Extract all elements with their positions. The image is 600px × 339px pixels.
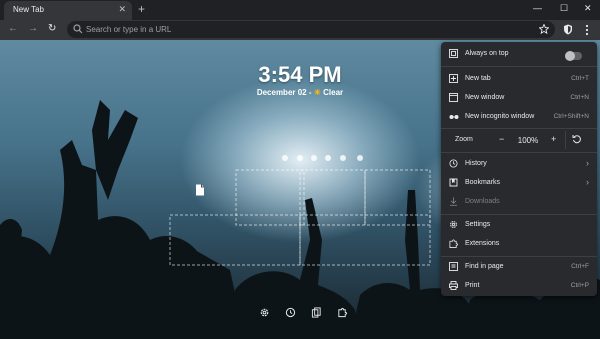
toolbar: ← → ↻ Search or type in a URL (0, 20, 600, 40)
puzzle-icon[interactable] (337, 307, 348, 318)
menu-label: New incognito window (465, 113, 535, 120)
menu-shortcut: Ctrl+T (571, 75, 589, 82)
menu-shortcut: Ctrl+F (571, 263, 589, 270)
menu-item-new-incognito[interactable]: New incognito window Ctrl+Shift+N (441, 108, 597, 126)
printer-icon (449, 281, 458, 290)
menu-label: Find in page (465, 263, 504, 270)
menu-item-new-window[interactable]: New window Ctrl+N (441, 89, 597, 107)
gear-icon (450, 221, 457, 228)
zoom-in-button[interactable]: + (551, 134, 556, 144)
menu-shortcut: Ctrl+N (570, 94, 589, 101)
zoom-label: Zoom (455, 136, 473, 143)
omnibox-placeholder: Search or type in a URL (86, 25, 172, 34)
clock-time: 3:54 PM (258, 62, 342, 87)
document-icon[interactable] (195, 184, 205, 196)
window-icon (449, 49, 458, 58)
shield-icon[interactable] (563, 24, 573, 35)
omnibox[interactable]: Search or type in a URL (67, 21, 555, 38)
menu-item-new-tab[interactable]: New tab Ctrl+T (441, 70, 597, 88)
divider (441, 152, 597, 153)
zoom-out-button[interactable]: − (499, 134, 504, 144)
new-tab-icon (449, 74, 458, 83)
menu-item-bookmarks[interactable]: Bookmarks › (441, 174, 597, 192)
menu-label: New window (465, 94, 505, 101)
menu-label: Settings (465, 221, 491, 228)
close-window-icon[interactable]: ✕ (584, 3, 592, 14)
minimize-icon[interactable]: — (533, 3, 542, 13)
divider (441, 214, 597, 215)
chevron-right-icon: › (586, 177, 589, 187)
reset-zoom-icon[interactable] (572, 134, 582, 144)
menu-label: Downloads (465, 198, 500, 205)
menu-label: Print (465, 282, 480, 289)
chevron-right-icon: › (586, 158, 589, 168)
browser-menu: Always on top New tab Ctrl+T New window … (441, 42, 597, 296)
toggle-knob (565, 51, 575, 61)
incognito-icon (449, 115, 459, 119)
menu-shortcut: Ctrl+P (570, 282, 589, 289)
menu-item-settings[interactable]: Settings (441, 216, 597, 234)
forward-icon[interactable]: → (28, 23, 38, 34)
zoom-value: 100% (517, 136, 539, 145)
zoom-row: Zoom − 100% + (441, 129, 597, 151)
menu-label: Bookmarks (465, 179, 501, 186)
menu-item-find-in-page[interactable]: Find in page Ctrl+F (441, 258, 597, 276)
menu-item-always-on-top[interactable]: Always on top (441, 45, 597, 63)
tab-new-tab[interactable]: New Tab ✕ (4, 1, 132, 20)
menu-item-history[interactable]: History › (441, 155, 597, 173)
menu-label: New tab (465, 75, 491, 82)
weather-text: Clear (323, 88, 344, 97)
date-text: December 02 - (256, 88, 312, 97)
close-tab-icon[interactable]: ✕ (118, 4, 126, 15)
find-icon (449, 262, 458, 271)
date-weather: December 02 - ☀ Clear (200, 88, 400, 97)
always-on-top-toggle[interactable] (565, 51, 582, 61)
maximize-icon[interactable]: ☐ (560, 3, 568, 14)
menu-label: History (465, 160, 487, 167)
tab-title: New Tab (13, 5, 44, 14)
copy-icon[interactable] (311, 307, 322, 318)
divider (565, 131, 566, 149)
divider (441, 66, 597, 67)
menu-label: Always on top (465, 50, 509, 57)
star-icon[interactable] (539, 24, 549, 34)
menu-item-print[interactable]: Print Ctrl+P (441, 277, 597, 295)
more-menu-icon[interactable] (585, 24, 589, 36)
title-bar: New Tab ✕ + — ☐ ✕ (0, 0, 600, 20)
divider (441, 256, 597, 257)
history-icon (449, 159, 458, 168)
menu-shortcut: Ctrl+Shift+N (553, 113, 589, 120)
reload-icon[interactable]: ↻ (48, 23, 56, 34)
sun-icon: ☀ (313, 88, 321, 97)
menu-label: Extensions (465, 240, 500, 247)
new-window-icon (449, 93, 458, 102)
menu-item-downloads[interactable]: Downloads (441, 193, 597, 211)
gear-icon[interactable] (259, 307, 270, 318)
new-tab-button[interactable]: + (138, 2, 145, 16)
puzzle-icon (449, 239, 458, 248)
menu-item-extensions[interactable]: Extensions (441, 235, 597, 253)
search-icon (73, 24, 83, 34)
history-icon[interactable] (285, 307, 296, 318)
back-icon[interactable]: ← (8, 23, 18, 34)
bookmarks-icon (449, 178, 458, 187)
download-icon (450, 197, 457, 206)
